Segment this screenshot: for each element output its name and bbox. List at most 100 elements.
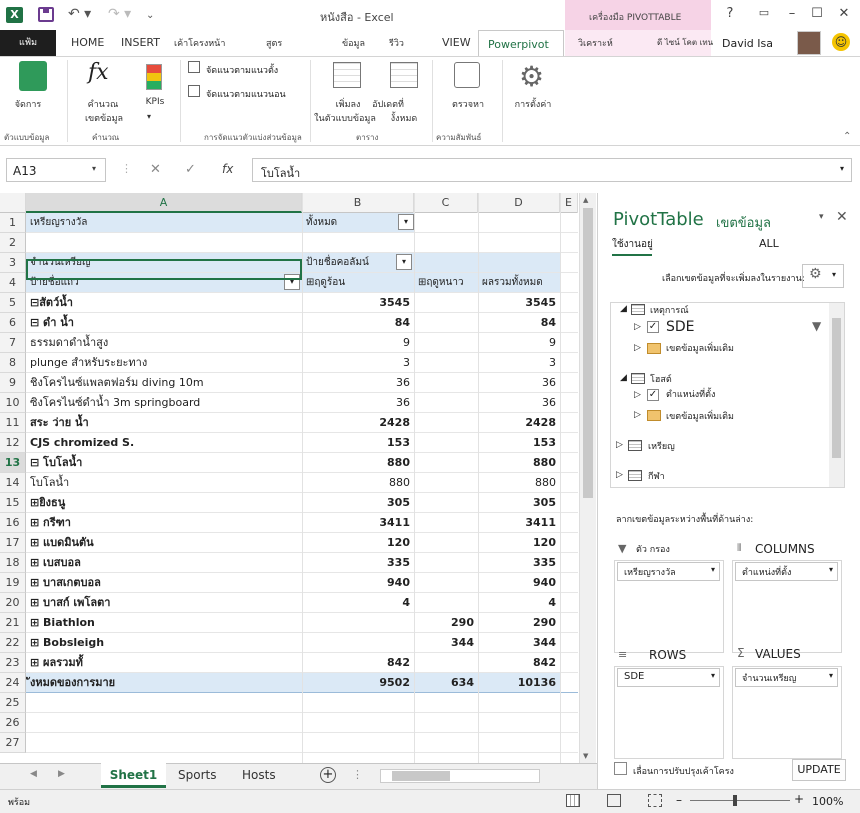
field-list-scroll-thumb[interactable] <box>832 318 841 458</box>
cell-b11[interactable]: 2428 <box>302 413 414 433</box>
row-header[interactable]: 5 <box>0 293 26 313</box>
cell-d23[interactable]: 842 <box>478 653 560 673</box>
row-header[interactable]: 24 <box>0 673 26 693</box>
customize-qat-icon[interactable]: ⌄ <box>146 10 154 21</box>
cell-b12[interactable]: 153 <box>302 433 414 453</box>
cell-b4[interactable]: ⊞ฤดูร้อน <box>302 273 414 293</box>
zoom-out-icon[interactable]: – <box>676 793 682 807</box>
tab-data[interactable]: ข้อมูล <box>342 36 365 50</box>
cell-b14[interactable]: 880 <box>302 473 414 493</box>
sheet-tab-sports[interactable]: Sports <box>178 768 216 782</box>
row-header[interactable]: 20 <box>0 593 26 613</box>
name-box-dropdown-icon[interactable]: ▾ <box>92 164 96 173</box>
cancel-icon[interactable]: ✕ <box>150 162 161 177</box>
cell-a20[interactable]: ⊞ บาสก์ เพโลตา <box>26 593 302 613</box>
row-header[interactable]: 19 <box>0 573 26 593</box>
cell-d22[interactable]: 344 <box>478 633 560 653</box>
cell-a6[interactable]: ⊟ ดำ น้ำ <box>26 313 302 333</box>
cell-a1[interactable]: เหรียญรางวัล <box>26 213 302 233</box>
row-header[interactable]: 18 <box>0 553 26 573</box>
align-horizontal-icon[interactable] <box>188 85 200 97</box>
tab-active-fields[interactable]: ใช้งานอยู่ <box>612 237 653 252</box>
cell-b27[interactable] <box>302 733 414 753</box>
column-header-d[interactable]: D <box>478 193 560 213</box>
insert-function-icon[interactable]: fx <box>222 162 233 176</box>
field-sde[interactable]: SDE <box>666 319 695 335</box>
cell-c4[interactable]: ⊞ฤดูหนาว <box>414 273 478 293</box>
field-position[interactable]: ตำแหน่งที่ตั้ง <box>666 387 715 401</box>
cell-c8[interactable] <box>414 353 478 373</box>
cell-d1[interactable] <box>478 213 560 233</box>
minimize-icon[interactable]: – <box>780 6 804 21</box>
cell-a16[interactable]: ⊞ กรีฑา <box>26 513 302 533</box>
cell-c13[interactable] <box>414 453 478 473</box>
cell-a10[interactable]: ซิงโครไนซ์ดำน้ำ 3m springboard <box>26 393 302 413</box>
cell-d5[interactable]: 3545 <box>478 293 560 313</box>
cell-c24[interactable]: 634 <box>414 673 478 693</box>
cell-b25[interactable] <box>302 693 414 713</box>
cell-c23[interactable] <box>414 653 478 673</box>
cell-a18[interactable]: ⊞ เบสบอล <box>26 553 302 573</box>
row-header[interactable]: 15 <box>0 493 26 513</box>
filter-dropdown-icon[interactable]: ▾ <box>398 214 414 230</box>
row-header[interactable]: 9 <box>0 373 26 393</box>
column-header-a[interactable]: A <box>26 193 302 213</box>
align-vertical-button[interactable]: จัดแนวตามแนวตั้ง <box>206 63 278 77</box>
cell-a17[interactable]: ⊞ แบดมินตัน <box>26 533 302 553</box>
row-header[interactable]: 1 <box>0 213 26 233</box>
calculated-field-icon[interactable]: fx <box>88 60 109 85</box>
kpis-dropdown-icon[interactable]: ▾ <box>147 112 151 121</box>
cell-d6[interactable]: 84 <box>478 313 560 333</box>
page-break-view-icon[interactable] <box>648 794 662 807</box>
row-header[interactable]: 22 <box>0 633 26 653</box>
cell-b5[interactable]: 3545 <box>302 293 414 313</box>
cell-a26[interactable] <box>26 713 302 733</box>
tab-view[interactable]: VIEW <box>442 36 471 49</box>
update-button[interactable]: UPDATE <box>792 759 846 781</box>
tab-home[interactable]: HOME <box>71 36 104 49</box>
zoom-level[interactable]: 100% <box>812 795 843 808</box>
cell-a12[interactable]: CJS chromized S. <box>26 433 302 453</box>
cell-b2[interactable] <box>302 233 414 253</box>
cell-c15[interactable] <box>414 493 478 513</box>
next-sheet-icon[interactable]: ▶ <box>58 769 65 779</box>
enter-icon[interactable]: ✓ <box>185 162 196 177</box>
filter-item[interactable]: เหรียญรางวัล ▾ <box>617 562 720 581</box>
column-labels-dropdown-icon[interactable]: ▾ <box>396 254 412 270</box>
cell-a9[interactable]: ชิงโครไนซ์แพลตฟอร์ม diving 10m <box>26 373 302 393</box>
chevron-down-icon[interactable]: ▾ <box>829 671 833 680</box>
cell-a23[interactable]: ⊞ ผลรวมทั้ <box>26 653 302 673</box>
user-name[interactable]: David Isa <box>722 37 773 50</box>
align-horizontal-button[interactable]: จัดแนวตามแนวนอน <box>206 87 286 101</box>
cell-b20[interactable]: 4 <box>302 593 414 613</box>
cell-b13[interactable]: 880 <box>302 453 414 473</box>
row-header[interactable]: 7 <box>0 333 26 353</box>
row-header[interactable]: 4 <box>0 273 26 293</box>
cell-d4[interactable]: ผลรวมทั้งหมด <box>478 273 560 293</box>
row-header[interactable]: 6 <box>0 313 26 333</box>
cell-a21[interactable]: ⊞ Biathlon <box>26 613 302 633</box>
cell-d20[interactable]: 4 <box>478 593 560 613</box>
cell-c20[interactable] <box>414 593 478 613</box>
detect-button[interactable]: ตรวจหา <box>448 97 488 111</box>
field-table-events[interactable]: เหตุการณ์ <box>650 303 689 317</box>
cell-c17[interactable] <box>414 533 478 553</box>
cell-d19[interactable]: 940 <box>478 573 560 593</box>
cell-c26[interactable] <box>414 713 478 733</box>
cell-d2[interactable] <box>478 233 560 253</box>
pane-options-dropdown-icon[interactable]: ▾ <box>819 212 824 222</box>
kpis-button[interactable]: KPIs <box>140 97 170 107</box>
cell-a24[interactable]: ังหมดของการมาย <box>26 673 302 693</box>
expand-icon[interactable]: ▷ <box>634 390 641 400</box>
cell-d13[interactable]: 880 <box>478 453 560 473</box>
checkbox-sde[interactable]: ✓ <box>647 321 659 333</box>
row-header[interactable]: 3 <box>0 253 26 273</box>
cell-a15[interactable]: ⊞ยิงธนู <box>26 493 302 513</box>
collapse-ribbon-icon[interactable]: ⌃ <box>843 131 851 142</box>
cell-d10[interactable]: 36 <box>478 393 560 413</box>
cell-b15[interactable]: 305 <box>302 493 414 513</box>
update-all-button[interactable]: อัปเดตที่ <box>368 97 408 111</box>
cell-b6[interactable]: 84 <box>302 313 414 333</box>
cell-b18[interactable]: 335 <box>302 553 414 573</box>
zoom-in-icon[interactable]: + <box>794 792 804 806</box>
